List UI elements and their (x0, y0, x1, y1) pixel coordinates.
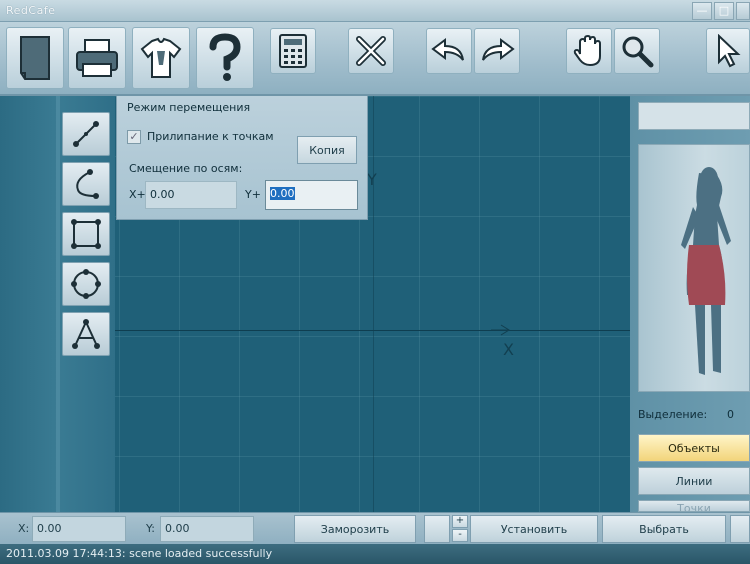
selection-count: 0 (727, 408, 734, 421)
question-icon (209, 33, 241, 81)
lines-button[interactable]: Линии (638, 467, 750, 495)
close-button[interactable] (736, 2, 750, 20)
y-offset-label: Y+ (245, 188, 261, 201)
tools-column (0, 96, 115, 512)
spin-down-button[interactable]: - (452, 529, 468, 542)
bottom-bar: X: 0.00 Y: 0.00 Заморозить + - Установит… (0, 512, 750, 544)
y-coord-field[interactable]: 0.00 (160, 516, 254, 542)
copy-button[interactable]: Копия (297, 136, 357, 164)
snap-label: Прилипание к точкам (147, 130, 274, 143)
help-button[interactable] (196, 27, 254, 89)
model-preview (638, 144, 750, 392)
title-bar: RedCafe — □ (0, 0, 750, 22)
rectangle-tool-icon (71, 219, 101, 249)
y-axis-label: Y (367, 170, 377, 189)
right-panel: Выделение: 0 Объекты Линии Точки (630, 96, 750, 512)
delete-button[interactable] (348, 28, 394, 74)
calculator-button[interactable] (270, 28, 316, 74)
spin-up-button[interactable]: + (452, 515, 468, 528)
print-button[interactable] (68, 27, 126, 89)
hand-icon (573, 34, 601, 67)
status-bar: 2011.03.09 17:44:13: scene loaded succes… (0, 544, 750, 564)
y-offset-input[interactable]: 0.00 (265, 180, 358, 210)
cross-icon (356, 36, 386, 66)
undo-icon (431, 38, 464, 61)
undo-button[interactable] (426, 28, 472, 74)
objects-button[interactable]: Объекты (638, 434, 750, 462)
main-toolbar (0, 22, 750, 96)
freeze-button[interactable]: Заморозить (294, 515, 416, 543)
magnifier-icon (622, 36, 654, 68)
minimize-button[interactable]: — (692, 2, 712, 20)
circle-tool-button[interactable] (62, 262, 110, 306)
select-button[interactable] (706, 28, 750, 74)
curve-tool-button[interactable] (62, 162, 110, 206)
model-button[interactable] (132, 27, 190, 89)
new-document-button[interactable] (6, 27, 64, 89)
line-tool-button[interactable] (62, 112, 110, 156)
selection-label: Выделение: (638, 408, 708, 421)
line-tool-icon (73, 121, 99, 147)
x-axis-arrow-icon (491, 324, 510, 336)
x-coord-field[interactable]: 0.00 (32, 516, 126, 542)
document-icon (20, 36, 50, 80)
calculator-icon (279, 34, 307, 68)
curve-tool-icon (76, 169, 99, 199)
rectangle-tool-button[interactable] (62, 212, 110, 256)
extra-button[interactable] (730, 515, 750, 543)
redo-icon (482, 38, 515, 61)
y-coord-label: Y: (146, 522, 155, 535)
snap-checkbox[interactable]: ✓ (127, 130, 141, 144)
right-panel-input[interactable] (638, 102, 750, 130)
circle-tool-icon (71, 269, 101, 299)
printer-icon (76, 39, 118, 77)
x-offset-input[interactable]: 0.00 (145, 181, 237, 209)
offset-label: Смещение по осям: (129, 162, 243, 175)
choose-button[interactable]: Выбрать (602, 515, 726, 543)
triangle-tool-icon (72, 319, 100, 349)
shirt-icon (140, 37, 182, 78)
x-coord-label: X: (18, 522, 30, 535)
set-button[interactable]: Установить (470, 515, 598, 543)
x-axis-label: X (503, 340, 514, 359)
x-offset-label: X+ (129, 188, 146, 201)
model-figure-icon (681, 167, 731, 375)
column-divider (56, 96, 60, 512)
maximize-button[interactable]: □ (714, 2, 734, 20)
zoom-button[interactable] (614, 28, 660, 74)
triangle-tool-button[interactable] (62, 312, 110, 356)
cursor-icon (718, 34, 741, 68)
spin-container (424, 515, 450, 543)
move-panel-title: Режим перемещения (127, 101, 251, 114)
move-mode-panel: Режим перемещения ✓ Прилипание к точкам … (116, 96, 368, 220)
window-title: RedCafe (6, 4, 56, 17)
y-offset-value: 0.00 (270, 187, 295, 200)
redo-button[interactable] (474, 28, 520, 74)
pan-button[interactable] (566, 28, 612, 74)
y-axis-line (373, 96, 374, 512)
points-button[interactable]: Точки (638, 500, 750, 512)
